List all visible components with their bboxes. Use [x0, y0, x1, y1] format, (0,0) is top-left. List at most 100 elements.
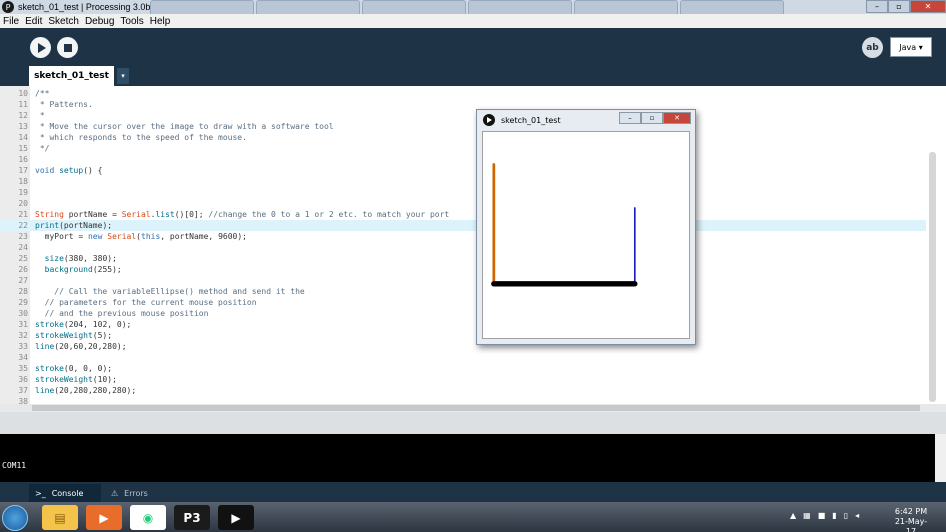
- code-line[interactable]: 36 strokeWeight(10);: [0, 374, 926, 385]
- code-line[interactable]: 11 * Patterns.: [0, 99, 926, 110]
- menu-help[interactable]: Help: [150, 16, 171, 27]
- code-token: * Patterns.: [35, 100, 93, 109]
- code-line[interactable]: 22 print(portName);: [0, 220, 926, 231]
- console-scrollbar[interactable]: [935, 434, 946, 482]
- code-line[interactable]: 32 strokeWeight(5);: [0, 330, 926, 341]
- code-line[interactable]: 14 * which responds to the speed of the …: [0, 132, 926, 143]
- code-line[interactable]: 33 line(20,60,20,280);: [0, 341, 926, 352]
- line-number: 20: [18, 199, 28, 208]
- minimize-button[interactable]: –: [866, 0, 888, 13]
- code-token: */: [35, 144, 50, 153]
- line-number: 28: [18, 287, 28, 296]
- editor-horizontal-scrollbar[interactable]: [0, 404, 946, 412]
- processing-app-icon: P: [2, 1, 14, 13]
- scrollbar-thumb[interactable]: [32, 405, 920, 411]
- code-line[interactable]: 23 myPort = new Serial(this, portName, 9…: [0, 231, 926, 242]
- debugger-toggle-button[interactable]: ab: [862, 37, 883, 58]
- code-line[interactable]: 21 String portName = Serial.list()[0]; //…: [0, 209, 926, 220]
- code-line[interactable]: 13 * Move the cursor over the image to d…: [0, 121, 926, 132]
- run-button[interactable]: [30, 37, 51, 58]
- code-line[interactable]: 25 size(380, 380);: [0, 253, 926, 264]
- system-clock[interactable]: 6:42 PM 21-May-17: [890, 507, 932, 532]
- code-line[interactable]: 26 background(255);: [0, 264, 926, 275]
- code-text: stroke(0, 0, 0);: [35, 363, 112, 374]
- code-editor[interactable]: 10/** 11 * Patterns. 12 * 13 * Move the cur…: [0, 86, 946, 404]
- toolbar: ab Java ▾: [0, 28, 946, 66]
- maximize-button[interactable]: ▫: [888, 0, 910, 13]
- sketch-minimize-button[interactable]: –: [619, 112, 641, 124]
- chrome-icon[interactable]: ◉: [130, 505, 166, 530]
- code-line[interactable]: 35 stroke(0, 0, 0);: [0, 363, 926, 374]
- code-line[interactable]: 20: [0, 198, 926, 209]
- code-token: new: [87, 232, 103, 241]
- code-token: * which responds to the speed of the mou…: [35, 133, 247, 142]
- tray-arrow-icon[interactable]: ▲: [790, 511, 796, 520]
- scrollbar-thumb[interactable]: [929, 152, 936, 402]
- code-token: (380, 380);: [63, 254, 117, 263]
- code-line[interactable]: 17 void setup() {: [0, 165, 926, 176]
- background-tab[interactable]: [468, 0, 572, 14]
- sketch-close-button[interactable]: ✕: [663, 112, 691, 124]
- code-text: * Patterns.: [35, 99, 93, 110]
- code-line[interactable]: 15 */: [0, 143, 926, 154]
- line-number: 37: [18, 386, 28, 395]
- media-player-icon[interactable]: ▶: [86, 505, 122, 530]
- code-text: */: [35, 143, 50, 154]
- code-line[interactable]: 18: [0, 176, 926, 187]
- background-tab[interactable]: [150, 0, 254, 14]
- tray-battery-icon[interactable]: ▯: [844, 511, 848, 520]
- tray-app-icon[interactable]: ■: [818, 511, 826, 520]
- code-token: strokeWeight: [35, 331, 93, 340]
- code-line[interactable]: 19: [0, 187, 926, 198]
- tab-menu-chevron-down-icon[interactable]: ▾: [117, 68, 129, 84]
- tab-console-label: Console: [51, 488, 84, 498]
- sketch-taskbar-icon[interactable]: ▶: [218, 505, 254, 530]
- processing-taskbar-icon[interactable]: P3: [174, 505, 210, 530]
- code-token: Serial: [121, 210, 151, 219]
- line-number: 17: [18, 166, 28, 175]
- menu-edit[interactable]: Edit: [25, 16, 42, 27]
- background-tab[interactable]: [574, 0, 678, 14]
- tray-volume-icon[interactable]: ◂: [855, 511, 859, 520]
- code-token: line: [35, 386, 55, 395]
- code-line[interactable]: 37 line(20,280,280,280);: [0, 385, 926, 396]
- tray-signal-icon[interactable]: ▮: [832, 511, 836, 520]
- window-titlebar: P sketch_01_test | Processing 3.0b6 – ▫ …: [0, 0, 946, 14]
- code-line[interactable]: 16: [0, 154, 926, 165]
- tray-network-icon[interactable]: ▦: [803, 511, 811, 520]
- code-line[interactable]: 29 // parameters for the current mouse p…: [0, 297, 926, 308]
- code-line[interactable]: 30 // and the previous mouse position: [0, 308, 926, 319]
- background-tab[interactable]: [256, 0, 360, 14]
- code-line[interactable]: 34: [0, 352, 926, 363]
- sketch-maximize-button[interactable]: ▫: [641, 112, 663, 124]
- background-tab[interactable]: [680, 0, 784, 14]
- menu-sketch[interactable]: Sketch: [48, 16, 79, 27]
- line-number: 27: [18, 276, 28, 285]
- menu-debug[interactable]: Debug: [85, 16, 114, 27]
- code-token: (20,60,20,280);: [54, 342, 127, 351]
- tab-sketch-01-test[interactable]: sketch_01_test: [29, 66, 114, 86]
- stop-button[interactable]: [57, 37, 78, 58]
- mode-select[interactable]: Java ▾: [890, 37, 932, 57]
- close-button[interactable]: ✕: [910, 0, 946, 13]
- background-tab[interactable]: [362, 0, 466, 14]
- menu-tools[interactable]: Tools: [120, 16, 143, 27]
- editor-vertical-scrollbar[interactable]: [927, 86, 938, 404]
- code-line[interactable]: 12 *: [0, 110, 926, 121]
- sketch-output-window[interactable]: sketch_01_test – ▫ ✕: [476, 109, 696, 345]
- code-line[interactable]: 10 /**: [0, 88, 926, 99]
- code-line[interactable]: 38: [0, 396, 926, 404]
- sketch-canvas[interactable]: [482, 131, 690, 339]
- code-token: Serial: [107, 232, 137, 241]
- tab-errors[interactable]: ⚠ Errors: [105, 484, 163, 502]
- menu-file[interactable]: File: [3, 16, 19, 27]
- code-line[interactable]: 27: [0, 275, 926, 286]
- code-line[interactable]: 24: [0, 242, 926, 253]
- code-line[interactable]: 31 stroke(204, 102, 0);: [0, 319, 926, 330]
- tab-console[interactable]: >_ Console: [29, 484, 101, 502]
- code-line[interactable]: 28 // Call the variableEllipse() method …: [0, 286, 926, 297]
- start-button[interactable]: [2, 505, 28, 531]
- line-number: 16: [18, 155, 28, 164]
- warning-icon: ⚠: [111, 488, 119, 498]
- file-explorer-icon[interactable]: ▤: [42, 505, 78, 530]
